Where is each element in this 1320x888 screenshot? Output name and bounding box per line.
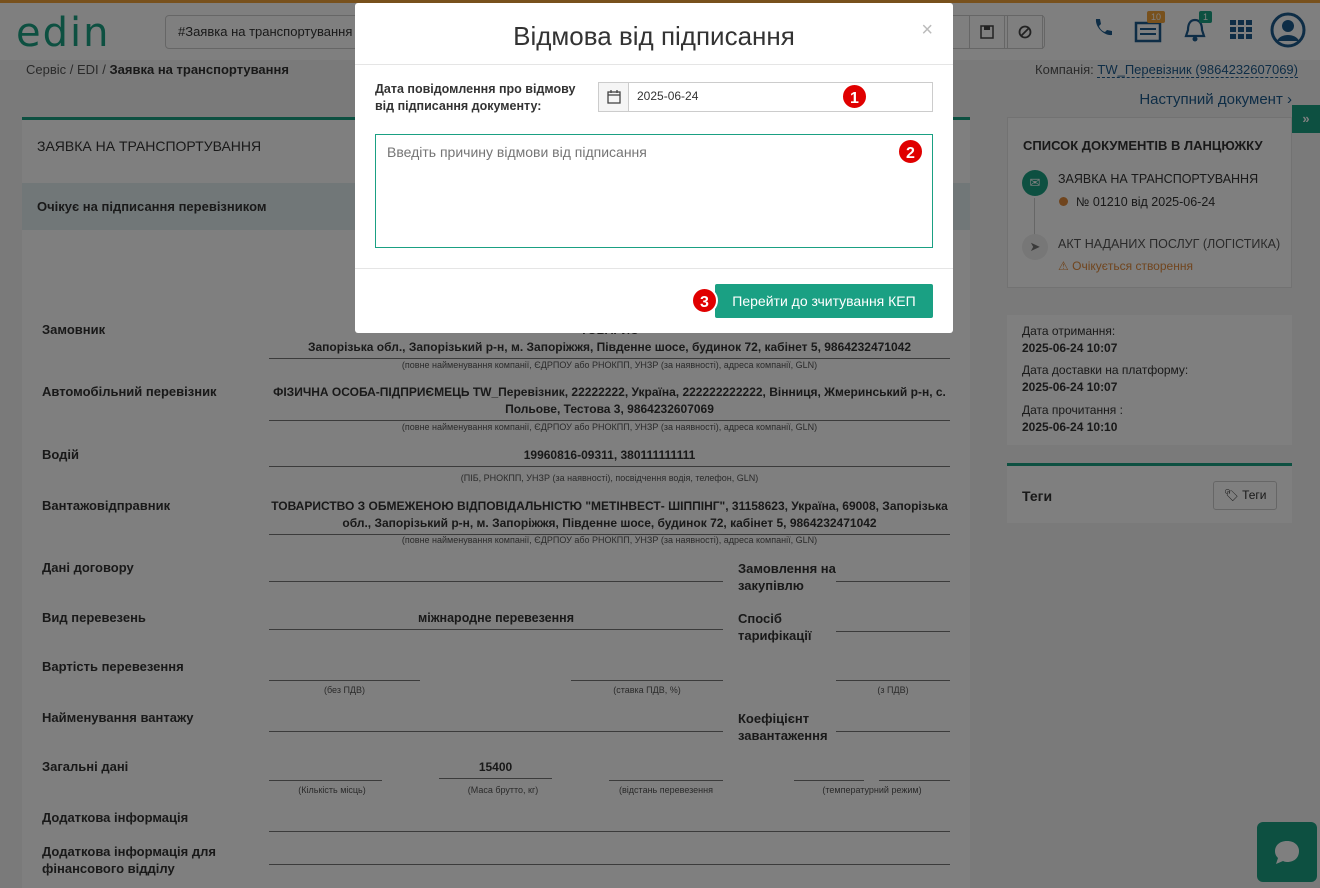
read-kep-button[interactable]: Перейти до зчитування КЕП bbox=[715, 284, 933, 318]
date-value[interactable]: 2025-06-24 bbox=[629, 83, 706, 111]
step-marker-2: 2 bbox=[897, 138, 924, 165]
step-marker-3: 3 bbox=[691, 287, 718, 314]
step-marker-1: 1 bbox=[841, 83, 868, 110]
modal-header: Відмова від підписання × bbox=[355, 3, 953, 65]
calendar-icon[interactable] bbox=[599, 83, 629, 111]
date-label: Дата повідомлення про відмову від підпис… bbox=[375, 82, 576, 113]
date-field[interactable]: 2025-06-24 bbox=[598, 82, 933, 112]
refusal-modal: Відмова від підписання × Дата повідомлен… bbox=[355, 3, 953, 333]
close-icon[interactable]: × bbox=[921, 19, 933, 42]
modal-title: Відмова від підписання bbox=[513, 21, 795, 51]
refusal-reason-input[interactable] bbox=[375, 134, 933, 248]
